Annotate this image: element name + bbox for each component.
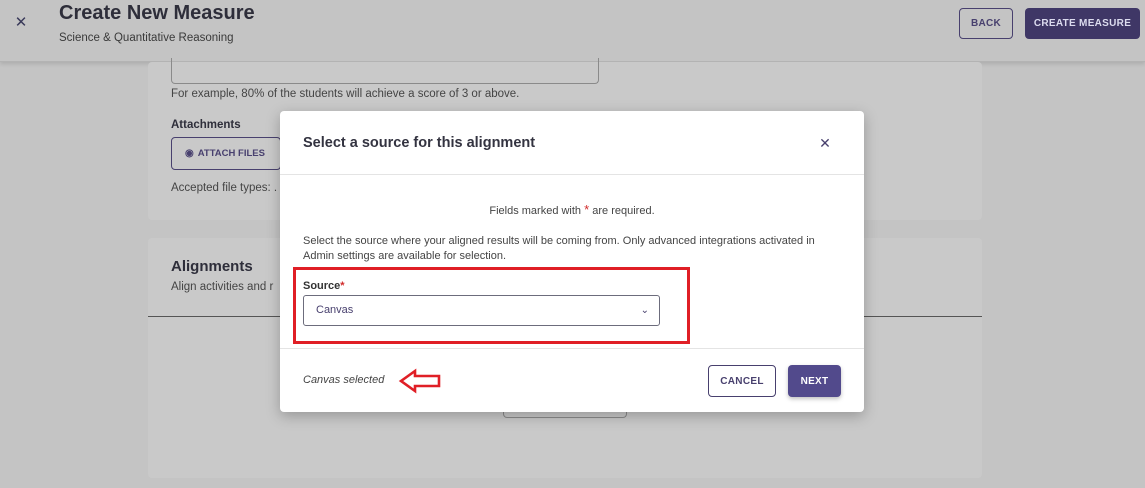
target-input[interactable] bbox=[171, 58, 599, 84]
create-measure-button[interactable]: CREATE MEASURE bbox=[1025, 8, 1140, 39]
source-label: Source* bbox=[303, 280, 345, 292]
eye-icon: ◉ bbox=[185, 148, 194, 159]
attach-files-label: ATTACH FILES bbox=[197, 148, 265, 159]
source-instructions: Select the source where your aligned res… bbox=[303, 235, 815, 262]
source-required-star: * bbox=[340, 280, 345, 292]
alignments-title: Alignments bbox=[171, 258, 253, 275]
dialog-divider bbox=[280, 174, 864, 175]
cancel-button[interactable]: CANCEL bbox=[708, 365, 776, 397]
attach-files-button[interactable]: ◉ ATTACH FILES bbox=[171, 137, 281, 170]
next-button[interactable]: NEXT bbox=[788, 365, 841, 397]
target-hint: For example, 80% of the students will ac… bbox=[171, 88, 520, 100]
close-icon[interactable]: ✕ bbox=[817, 135, 833, 151]
chevron-down-icon: ⌄ bbox=[640, 305, 649, 316]
annotation-arrow-icon bbox=[398, 368, 441, 394]
alignments-description: Align activities and r bbox=[171, 281, 274, 293]
dialog-title: Select a source for this alignment bbox=[303, 135, 536, 151]
page-title: Create New Measure bbox=[59, 2, 255, 24]
source-selected-value: Canvas bbox=[316, 304, 354, 316]
source-select[interactable]: Canvas ⌄ bbox=[303, 295, 660, 326]
page-header: ✕ Create New Measure Science & Quantitat… bbox=[0, 0, 1145, 62]
select-source-dialog: Select a source for this alignment ✕ Fie… bbox=[280, 111, 864, 412]
back-button[interactable]: BACK bbox=[959, 8, 1013, 39]
required-suffix: are required. bbox=[592, 205, 655, 217]
required-fields-note: Fields marked with * are required. bbox=[280, 202, 864, 217]
accepted-file-types: Accepted file types: . bbox=[171, 182, 278, 194]
close-icon[interactable]: ✕ bbox=[12, 14, 30, 32]
dialog-footer-divider bbox=[280, 348, 864, 349]
attachments-label: Attachments bbox=[171, 119, 241, 131]
required-prefix: Fields marked with bbox=[489, 205, 582, 217]
source-label-text: Source bbox=[303, 280, 341, 292]
required-star: * bbox=[584, 202, 590, 217]
selection-status: Canvas selected bbox=[303, 374, 385, 386]
page-subtitle: Science & Quantitative Reasoning bbox=[59, 32, 234, 44]
